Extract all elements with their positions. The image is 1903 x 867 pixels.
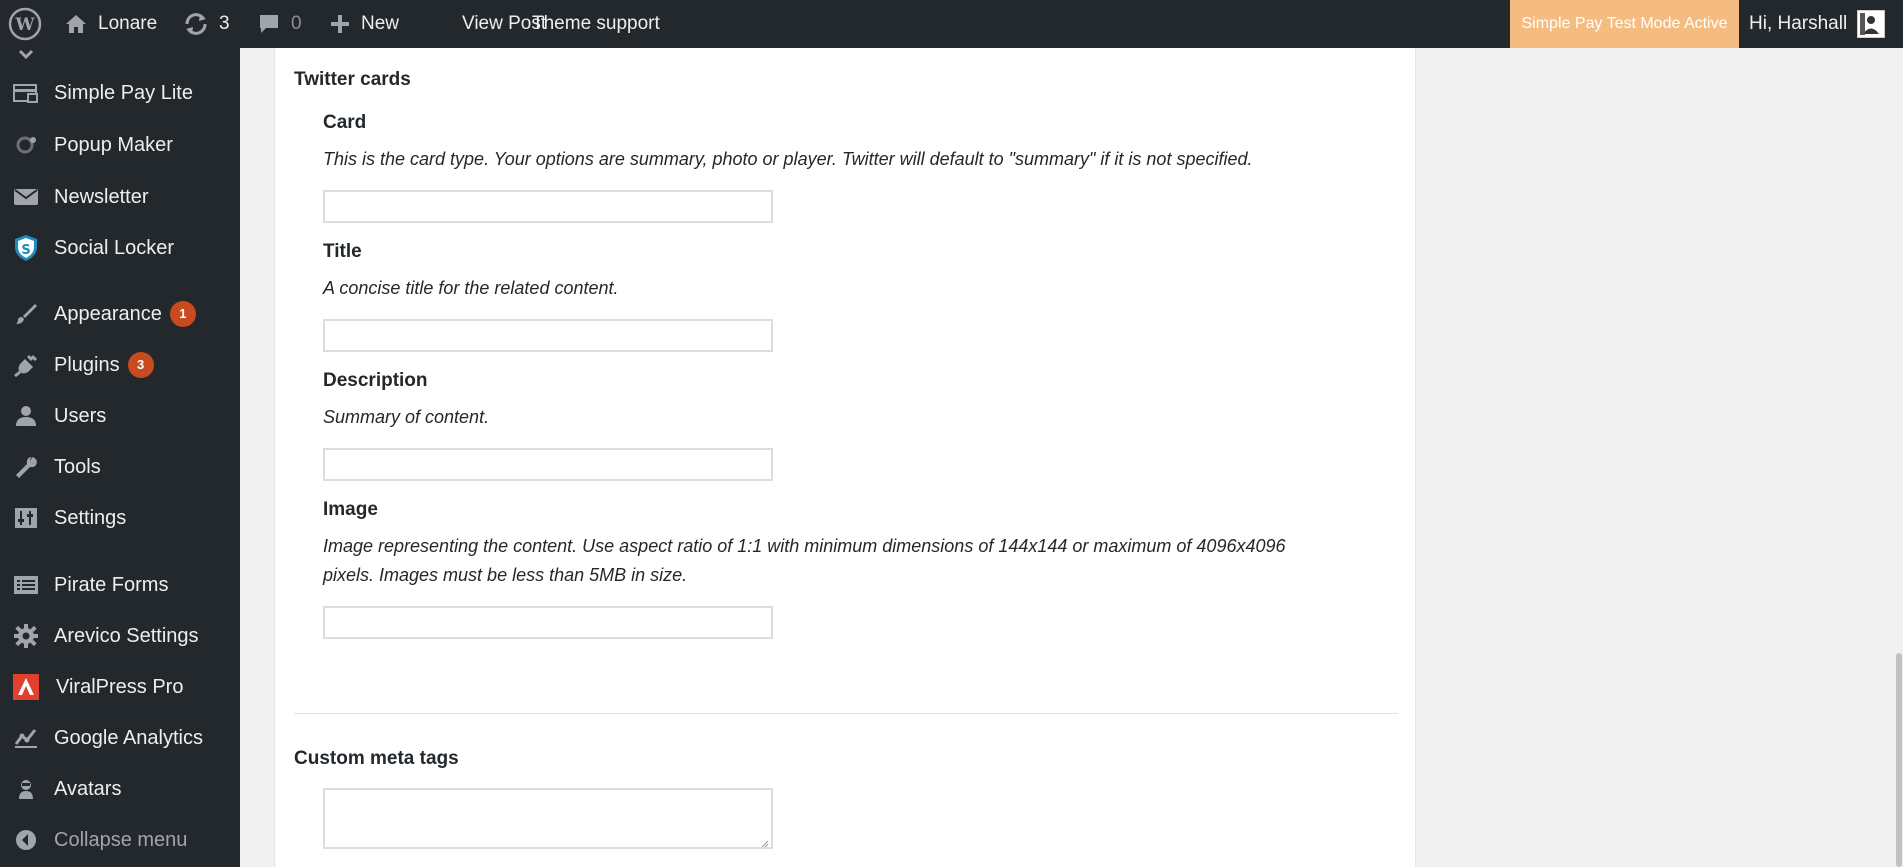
sidebar-item-label: Appearance — [54, 302, 162, 325]
home-icon — [64, 12, 88, 36]
description-description: Summary of content. — [323, 407, 490, 427]
wordpress-logo-icon[interactable]: W — [8, 0, 42, 48]
image-input[interactable] — [323, 606, 773, 639]
form-icon — [12, 573, 40, 597]
shield-icon: S — [12, 235, 40, 261]
resize-handle-icon[interactable] — [759, 835, 769, 848]
svg-text:S: S — [21, 243, 30, 258]
custom-meta-tags-textarea[interactable] — [323, 788, 773, 849]
envelope-icon — [12, 185, 40, 209]
section-divider — [294, 713, 1398, 714]
image-description: Image representing the content. Use aspe… — [323, 536, 1286, 556]
update-count-badge: 3 — [127, 352, 154, 378]
sidebar-item-avatars[interactable]: Avatars — [0, 769, 240, 809]
sidebar-item-label: Arevico Settings — [54, 624, 199, 647]
my-account-link[interactable]: Hi, Harshall — [1749, 0, 1886, 48]
update-count-badge: 1 — [169, 301, 196, 327]
admin-sidebar: Simple Pay Lite Popup Maker Newsletter S… — [0, 48, 240, 867]
meta-box-panel: Twitter cards Card This is the card type… — [274, 48, 1416, 867]
sidebar-item-downloads-partial[interactable] — [0, 48, 240, 60]
sidebar-item-social-locker[interactable]: S Social Locker — [0, 228, 240, 268]
theme-support-link[interactable]: Theme support — [532, 0, 660, 48]
sidebar-item-label: Social Locker — [54, 236, 175, 259]
sidebar-item-label: Tools — [54, 455, 101, 478]
sidebar-item-viralpress-pro[interactable]: ViralPress Pro — [0, 667, 240, 707]
svg-text:W: W — [14, 15, 35, 35]
title-description: A concise title for the related content. — [323, 278, 619, 298]
plug-icon — [12, 353, 40, 377]
new-content-link[interactable]: New — [329, 0, 399, 48]
sidebar-item-label: Plugins — [54, 353, 120, 376]
sidebar-item-google-analytics[interactable]: Google Analytics — [0, 718, 240, 758]
settings-sliders-icon — [12, 506, 40, 530]
sidebar-item-label: Avatars — [54, 777, 122, 800]
analytics-icon — [12, 726, 40, 750]
title-label: Title — [323, 241, 362, 262]
sidebar-item-label: Simple Pay Lite — [54, 81, 193, 104]
sidebar-item-label: Popup Maker — [54, 133, 173, 156]
sidebar-item-tools[interactable]: Tools — [0, 447, 240, 487]
sidebar-item-newsletter[interactable]: Newsletter — [0, 177, 240, 217]
sidebar-item-popup-maker[interactable]: Popup Maker — [0, 125, 240, 165]
sidebar-item-label: Pirate Forms — [54, 573, 169, 596]
refresh-icon — [183, 12, 209, 36]
test-mode-notice[interactable]: Simple Pay Test Mode Active — [1510, 0, 1739, 48]
avatar — [1857, 10, 1886, 38]
admin-bar: W Lonare 3 0 New View Post Theme support… — [0, 0, 1903, 48]
comment-bubble-icon — [257, 12, 281, 36]
sidebar-item-plugins[interactable]: Plugins 3 — [0, 345, 240, 385]
description-label: Description — [323, 370, 428, 391]
card-label: Card — [323, 112, 367, 133]
popup-maker-icon — [12, 133, 40, 157]
avatar-icon — [12, 777, 40, 801]
sidebar-item-users[interactable]: Users — [0, 396, 240, 436]
page-scrollbar[interactable] — [1895, 48, 1903, 867]
comments-link[interactable]: 0 — [257, 0, 302, 48]
sidebar-item-label: Collapse menu — [54, 828, 188, 851]
gear-icon — [12, 624, 40, 648]
site-name-link[interactable]: Lonare — [64, 0, 157, 48]
new-label: New — [361, 13, 400, 34]
site-name: Lonare — [98, 13, 158, 34]
card-input[interactable] — [323, 190, 773, 223]
user-icon — [12, 404, 40, 428]
sidebar-item-label: ViralPress Pro — [56, 675, 184, 698]
sidebar-item-label: Newsletter — [54, 185, 149, 208]
comments-count: 0 — [291, 13, 302, 34]
wrench-icon — [12, 455, 40, 479]
custom-meta-tags-heading: Custom meta tags — [294, 748, 459, 769]
sidebar-item-label: Google Analytics — [54, 726, 203, 749]
sidebar-item-label: Settings — [54, 506, 127, 529]
sidebar-item-pirate-forms[interactable]: Pirate Forms — [0, 565, 240, 605]
collapse-icon — [12, 828, 40, 852]
simple-pay-icon — [12, 81, 40, 105]
image-description-line2: pixels. Images must be less than 5MB in … — [323, 565, 688, 585]
card-description: This is the card type. Your options are … — [323, 149, 1253, 169]
sidebar-item-arevico-settings[interactable]: Arevico Settings — [0, 616, 240, 656]
viralpress-icon — [12, 674, 40, 700]
scrollbar-thumb[interactable] — [1896, 653, 1902, 867]
description-input[interactable] — [323, 448, 773, 481]
twitter-cards-heading: Twitter cards — [294, 69, 411, 90]
chevron-down-icon — [12, 48, 40, 66]
image-label: Image — [323, 499, 378, 520]
paintbrush-icon — [12, 302, 40, 326]
plus-icon — [329, 13, 351, 35]
greeting: Hi, Harshall — [1749, 13, 1848, 34]
sidebar-item-appearance[interactable]: Appearance 1 — [0, 294, 240, 334]
sidebar-item-label: Users — [54, 404, 107, 427]
sidebar-item-simple-pay-lite[interactable]: Simple Pay Lite — [0, 73, 240, 113]
updates-count: 3 — [219, 13, 230, 34]
main-content: Twitter cards Card This is the card type… — [240, 48, 1903, 867]
updates-link[interactable]: 3 — [183, 0, 230, 48]
title-input[interactable] — [323, 319, 773, 352]
sidebar-item-settings[interactable]: Settings — [0, 498, 240, 538]
collapse-menu-button[interactable]: Collapse menu — [0, 820, 240, 860]
